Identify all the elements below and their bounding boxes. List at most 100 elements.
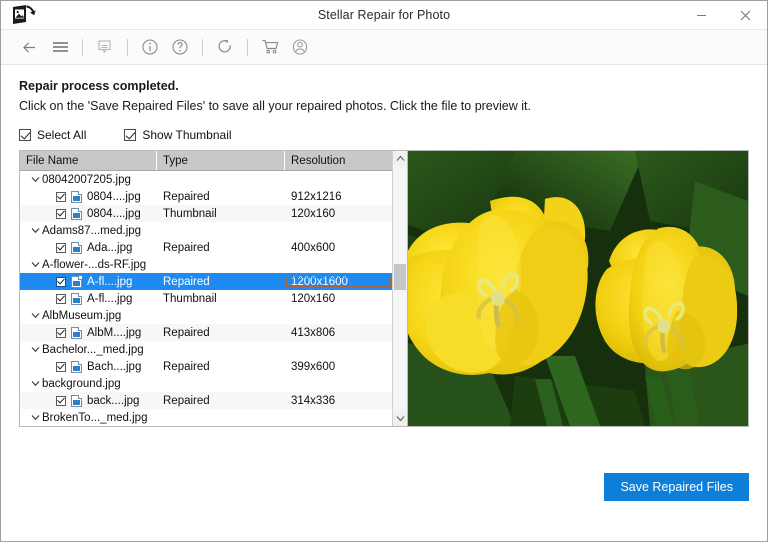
chevron-down-icon[interactable] [28,414,42,421]
chevron-down-icon[interactable] [28,176,42,183]
table-row[interactable]: 0804....jpg Thumbnail 120x160 [20,205,392,222]
file-resolution-cell: 413x806 [291,326,336,339]
file-name-text: AlbM....jpg [87,326,142,339]
file-name-cell: Bach....jpg [20,360,157,373]
window-title: Stellar Repair for Photo [317,8,451,22]
file-group-row[interactable]: Adams87...med.jpg [20,222,392,239]
chevron-down-icon[interactable] [28,380,42,387]
table-row[interactable]: A-fl....jpg Repaired 1200x1600 [20,273,392,290]
user-account-icon[interactable] [285,32,315,62]
file-group-row[interactable]: A-flower-...ds-RF.jpg [20,256,392,273]
file-name-cell: 0804....jpg [20,207,157,220]
file-name-text: A-fl....jpg [87,292,133,305]
table-row[interactable]: 0804....jpg Repaired 912x1216 [20,188,392,205]
hamburger-menu-icon[interactable] [45,32,75,62]
toolbar-divider [127,38,128,56]
file-checkbox[interactable] [56,395,66,406]
file-type-cell: Thumbnail [163,207,217,220]
file-resolution-cell: 400x600 [291,241,336,254]
select-all-checkbox[interactable] [19,129,31,141]
table-row[interactable]: AlbM....jpg Repaired 413x806 [20,324,392,341]
file-group-name: BrokenTo..._med.jpg [42,411,148,424]
file-type-cell: Repaired [163,275,210,288]
title-bar: Stellar Repair for Photo [1,1,767,30]
file-list-panel: File Name Type Resolution 08042007205.jp… [19,150,749,427]
info-icon[interactable] [135,32,165,62]
table-row[interactable]: Bach....jpg Repaired 399x600 [20,358,392,375]
file-checkbox[interactable] [56,276,66,287]
file-type-cell: Thumbnail [163,292,217,305]
file-name-text: 0804....jpg [87,190,141,203]
file-name-text: Ada...jpg [87,241,133,254]
scrollbar-thumb[interactable] [394,264,406,290]
status-subheading: Click on the 'Save Repaired Files' to sa… [19,99,531,113]
file-group-row[interactable]: 08042007205.jpg [20,171,392,188]
image-file-icon [71,394,82,407]
scroll-down-button[interactable] [393,411,407,426]
photo-repair-logo-icon [11,4,37,26]
table-row[interactable]: Ada...jpg Repaired 400x600 [20,239,392,256]
image-file-icon [71,241,82,254]
help-icon[interactable] [165,32,195,62]
file-resolution-cell: 120x160 [291,207,336,220]
file-resolution-cell: 1200x1600 [285,276,392,288]
file-type-cell: Repaired [163,326,210,339]
minimize-button[interactable] [679,1,723,29]
toolbar [1,30,767,65]
chevron-down-icon[interactable] [28,312,42,319]
list-scrollbar[interactable] [392,151,407,426]
file-resolution-cell: 120x160 [291,292,336,305]
file-name-cell: Ada...jpg [20,241,157,254]
file-name-text: 0804....jpg [87,207,141,220]
file-name-cell: AlbM....jpg [20,326,157,339]
file-checkbox[interactable] [56,361,66,372]
file-group-row[interactable]: AlbMuseum.jpg [20,307,392,324]
show-thumbnail-label: Show Thumbnail [142,128,232,142]
file-checkbox[interactable] [56,208,66,219]
file-checkbox[interactable] [56,242,66,253]
toolbar-divider [202,38,203,56]
table-header: File Name Type Resolution [20,151,392,171]
image-preview[interactable] [407,151,748,426]
file-name-text: Bach....jpg [87,360,142,373]
cart-icon[interactable] [255,32,285,62]
footer: Save Repaired Files [1,429,767,541]
file-checkbox[interactable] [56,327,66,338]
image-file-icon [71,360,82,373]
table-body: 08042007205.jpg 0804....jpg Repaired 912x12… [20,171,392,426]
file-checkbox[interactable] [56,191,66,202]
file-checkbox[interactable] [56,293,66,304]
file-group-name: Adams87...med.jpg [42,224,142,237]
show-thumbnail-checkbox[interactable] [124,129,137,141]
save-repaired-files-button[interactable]: Save Repaired Files [604,473,749,501]
file-group-name: 08042007205.jpg [42,173,131,186]
table-row[interactable]: back....jpg Repaired 314x336 [20,392,392,409]
chevron-down-icon[interactable] [28,227,42,234]
scroll-up-button[interactable] [393,151,407,166]
chevron-down-icon[interactable] [28,346,42,353]
column-header-type[interactable]: Type [157,151,285,170]
scrollbar-track[interactable] [393,166,407,411]
image-file-icon [71,207,82,220]
app-window: Stellar Repair for Photo Repair process … [0,0,768,542]
chevron-down-icon[interactable] [28,261,42,268]
column-header-resolution[interactable]: Resolution [285,151,392,170]
file-list: File Name Type Resolution 08042007205.jp… [20,151,392,426]
file-type-cell: Repaired [163,360,210,373]
close-button[interactable] [723,1,767,29]
file-group-row[interactable]: background.jpg [20,375,392,392]
file-resolution-cell: 912x1216 [291,190,342,203]
file-name-text: A-fl....jpg [87,275,133,288]
save-file-icon[interactable] [90,32,120,62]
file-name-cell: 0804....jpg [20,190,157,203]
file-group-name: Bachelor..._med.jpg [42,343,144,356]
file-name-cell: back....jpg [20,394,157,407]
column-header-file-name[interactable]: File Name [20,151,157,170]
back-icon[interactable] [15,32,45,62]
file-name-text: back....jpg [87,394,140,407]
refresh-update-icon[interactable] [210,32,240,62]
file-group-row[interactable]: Bachelor..._med.jpg [20,341,392,358]
table-row[interactable]: A-fl....jpg Thumbnail 120x160 [20,290,392,307]
two-yellow-tulips-photo [408,151,748,426]
file-group-row[interactable]: BrokenTo..._med.jpg [20,409,392,426]
